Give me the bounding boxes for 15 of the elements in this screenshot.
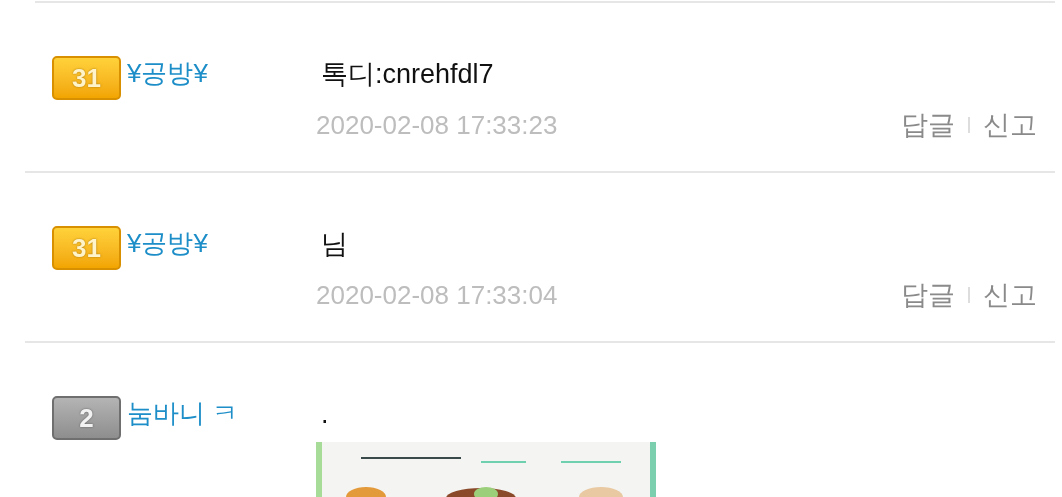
author-name[interactable]: ¥공방¥	[127, 56, 208, 90]
reply-link[interactable]: 답글	[901, 108, 955, 142]
comment-text: .	[320, 398, 329, 431]
comment-date: 2020-02-08 17:33:23	[316, 109, 558, 142]
author-name[interactable]: ¥공방¥	[127, 226, 208, 260]
report-link[interactable]: 신고	[983, 278, 1037, 312]
reply-link[interactable]: 답글	[901, 278, 955, 312]
level-badge: 31	[52, 226, 121, 270]
level-badge: 2	[52, 396, 121, 440]
author-name[interactable]: 눔바니 ㅋ	[127, 396, 239, 430]
report-link[interactable]: 신고	[983, 108, 1037, 142]
comment-text: 톡디:cnrehfdl7	[320, 58, 494, 91]
comment-text: 님	[320, 228, 348, 261]
comment-date: 2020-02-08 17:33:04	[316, 279, 558, 312]
level-badge: 31	[52, 56, 121, 100]
